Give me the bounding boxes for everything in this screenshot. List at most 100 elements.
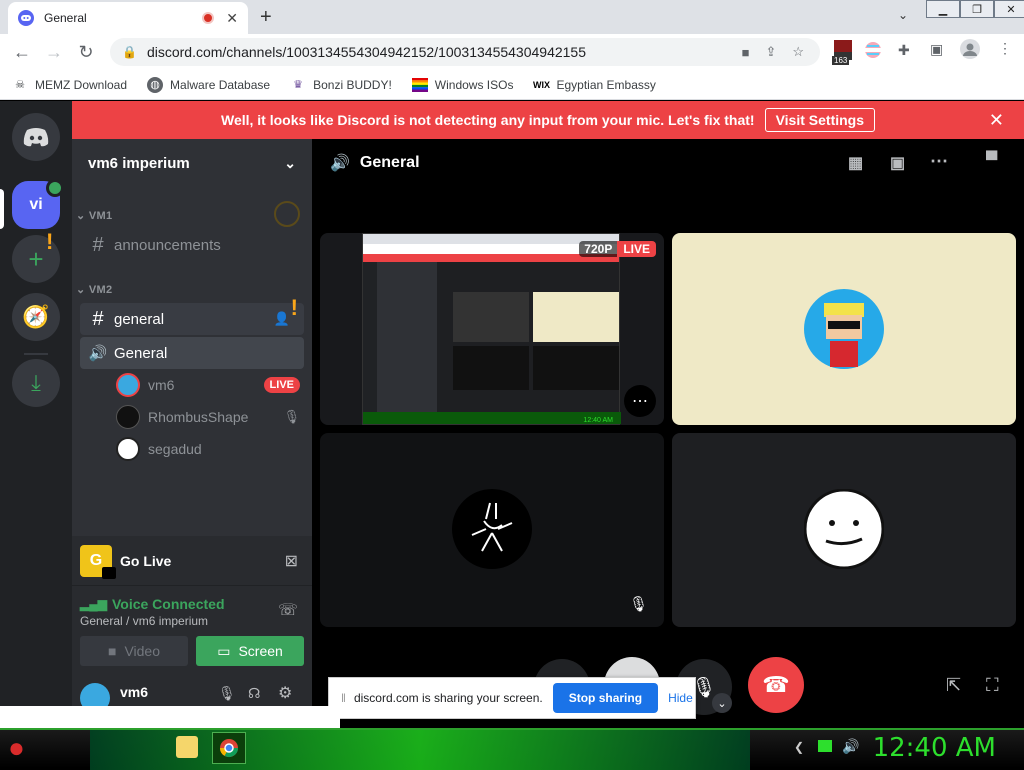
muted-mic-icon: 🎙 bbox=[628, 596, 648, 613]
tray-chevron-icon[interactable]: ❮ bbox=[794, 740, 804, 754]
globe-icon: ◍ bbox=[147, 76, 164, 93]
participant-tile-segadud[interactable] bbox=[672, 433, 1016, 627]
tab-close-icon[interactable]: ✕ bbox=[226, 10, 238, 27]
stream-preview: 12:40 AM bbox=[362, 233, 621, 425]
more-options-icon[interactable]: ⋯ bbox=[930, 151, 948, 172]
minimize-icon[interactable]: ▁ bbox=[926, 0, 960, 18]
bookmark-star-icon[interactable]: ☆ bbox=[792, 44, 804, 60]
vm6-avatar bbox=[804, 289, 884, 369]
share-icon[interactable]: ⇪ bbox=[765, 44, 776, 60]
new-tab-button[interactable]: + bbox=[260, 6, 272, 29]
bookmark-item[interactable]: ◍ Malware Database bbox=[147, 76, 270, 93]
menu-kebab-icon[interactable]: ⋮ bbox=[998, 40, 1012, 57]
window-close-icon[interactable]: ✕ bbox=[994, 0, 1024, 18]
discord-home-button[interactable] bbox=[12, 113, 60, 161]
stop-sharing-button[interactable]: Stop sharing bbox=[552, 683, 659, 713]
go-live-panel: G Go Live ⊠ bbox=[72, 536, 312, 586]
skull-icon: ☠ bbox=[15, 79, 25, 91]
settings-gear-icon[interactable]: ⚙ bbox=[278, 683, 292, 703]
voice-user-vm6[interactable]: vm6 LIVE bbox=[116, 371, 300, 399]
preview-tile-vm6 bbox=[533, 292, 619, 342]
disconnect-button[interactable]: ☎ bbox=[748, 657, 804, 713]
category-vm1[interactable]: ⌄ VM1 bbox=[76, 209, 112, 222]
category-vm2[interactable]: ⌄ VM2 bbox=[76, 283, 112, 296]
browser-toolbar: ← → ↻ 🔒 discord.com/channels/10031345543… bbox=[0, 34, 1024, 70]
extensions-puzzle-icon[interactable]: ✚ bbox=[898, 42, 910, 59]
user-panel: vm6 🎙 ☊ ⚙ bbox=[72, 681, 312, 713]
server-header[interactable]: vm6 imperium ⌄ bbox=[72, 139, 312, 187]
file-explorer-icon[interactable] bbox=[176, 736, 198, 758]
fullscreen-icon[interactable]: ⛶ bbox=[986, 675, 999, 696]
stop-stream-icon[interactable]: ⊠ bbox=[285, 551, 298, 571]
back-arrow-icon[interactable]: ← bbox=[6, 42, 38, 63]
voice-user-rhombusshape[interactable]: RhombusShape 🎙 bbox=[116, 403, 300, 431]
user-name[interactable]: vm6 bbox=[120, 684, 148, 700]
forward-arrow-icon[interactable]: → bbox=[38, 42, 70, 63]
browser-tab[interactable]: General ✕ bbox=[8, 2, 248, 34]
lock-icon[interactable]: 🔒 bbox=[122, 45, 137, 59]
disconnect-phone-icon[interactable]: ☏ bbox=[278, 600, 298, 620]
bonzi-icon: ♛ bbox=[293, 79, 304, 91]
profile-avatar-icon[interactable] bbox=[960, 39, 980, 62]
pride-flag-extension-icon[interactable] bbox=[864, 41, 882, 62]
invite-user-icon[interactable]: 👤 bbox=[274, 311, 290, 327]
side-panel-icon[interactable]: ▣ bbox=[930, 41, 943, 58]
headphones-icon[interactable]: ☊ bbox=[248, 685, 260, 702]
volume-icon[interactable]: 🔊 bbox=[842, 738, 859, 755]
address-bar[interactable]: 🔒 discord.com/channels/10031345543049421… bbox=[110, 38, 820, 66]
voice-user-segadud[interactable]: segadud bbox=[116, 435, 300, 463]
camera-icon[interactable]: ■ bbox=[742, 45, 750, 60]
start-button-angry-bird-icon[interactable]: ● bbox=[8, 732, 25, 764]
speaker-icon: 🔊 bbox=[88, 345, 108, 362]
restore-icon[interactable]: ❐ bbox=[960, 0, 994, 18]
drag-handle-icon[interactable]: ‖ bbox=[341, 691, 346, 705]
windows-taskbar: ● ❮ 🔊 12:40 AM bbox=[0, 728, 1024, 770]
bookmark-item[interactable]: Windows ISOs bbox=[411, 77, 513, 93]
rhombusshape-avatar bbox=[452, 489, 532, 569]
network-icon[interactable] bbox=[818, 740, 832, 752]
tab-search-chevron-icon[interactable]: ⌄ bbox=[898, 8, 908, 22]
channel-announcements[interactable]: # announcements bbox=[80, 229, 304, 261]
bookmark-item[interactable]: ♛ Bonzi BUDDY! bbox=[290, 77, 392, 93]
taskbar-clock[interactable]: 12:40 AM bbox=[873, 733, 996, 763]
stream-tile-vm6[interactable]: 12:40 AM 720P LIVE ⋯ bbox=[320, 233, 664, 425]
visit-settings-button[interactable]: Visit Settings bbox=[764, 108, 876, 132]
hide-button[interactable]: Hide bbox=[668, 691, 693, 705]
screen-button[interactable]: ▭ Screen bbox=[196, 636, 304, 666]
participant-tile-vm6[interactable] bbox=[672, 233, 1016, 425]
call-channel-title: General bbox=[359, 154, 420, 171]
bookmark-item[interactable]: ☠ MEMZ Download bbox=[12, 77, 127, 93]
mic-notice-banner: Well, it looks like Discord is not detec… bbox=[72, 101, 1024, 139]
microphone-icon[interactable]: 🎙 bbox=[218, 685, 236, 702]
channel-label: General bbox=[114, 344, 168, 362]
grid-layout-icon[interactable]: ▦ bbox=[848, 153, 863, 173]
mic-notice-text: Well, it looks like Discord is not detec… bbox=[220, 112, 755, 128]
voice-status[interactable]: ▂▄▆ Voice Connected bbox=[80, 596, 225, 612]
stream-badges: 720P LIVE bbox=[579, 241, 656, 257]
stream-more-icon[interactable]: ⋯ bbox=[624, 385, 656, 417]
camera-icon: ■ bbox=[107, 643, 117, 659]
server-icon-vm6-imperium[interactable]: vi bbox=[12, 179, 64, 229]
discord-logo-icon bbox=[23, 128, 49, 147]
chat-icon[interactable]: ▀ bbox=[986, 152, 997, 170]
reload-icon[interactable]: ↻ bbox=[70, 42, 102, 63]
download-apps-button[interactable]: ⤓ bbox=[12, 359, 60, 407]
close-banner-icon[interactable]: ✕ bbox=[989, 110, 1004, 131]
voice-user-name: vm6 bbox=[148, 377, 175, 393]
participant-tile-rhombusshape[interactable]: 🎙 bbox=[320, 433, 664, 627]
category-label: VM1 bbox=[88, 210, 113, 222]
voice-location[interactable]: General / vm6 imperium bbox=[80, 614, 208, 628]
channel-general-voice[interactable]: 🔊 General bbox=[80, 337, 304, 369]
chrome-taskbar-button[interactable] bbox=[212, 732, 246, 764]
video-button[interactable]: ■ Video bbox=[80, 636, 188, 666]
voice-status-text: Voice Connected bbox=[111, 596, 225, 612]
channel-general-text[interactable]: # general 👤 ! bbox=[80, 295, 304, 335]
desktop-strip bbox=[0, 706, 340, 728]
bookmark-item[interactable]: WIX Egyptian Embassy bbox=[533, 77, 656, 93]
inbox-icon[interactable]: ▣ bbox=[890, 153, 905, 173]
pop-out-icon[interactable]: ⇱ bbox=[946, 675, 961, 696]
audio-options-chevron-icon[interactable]: ⌄ bbox=[712, 693, 732, 713]
explore-servers-button[interactable]: 🧭 bbox=[12, 293, 60, 341]
share-message: discord.com is sharing your screen. bbox=[353, 691, 543, 705]
preview-rail bbox=[363, 262, 377, 412]
